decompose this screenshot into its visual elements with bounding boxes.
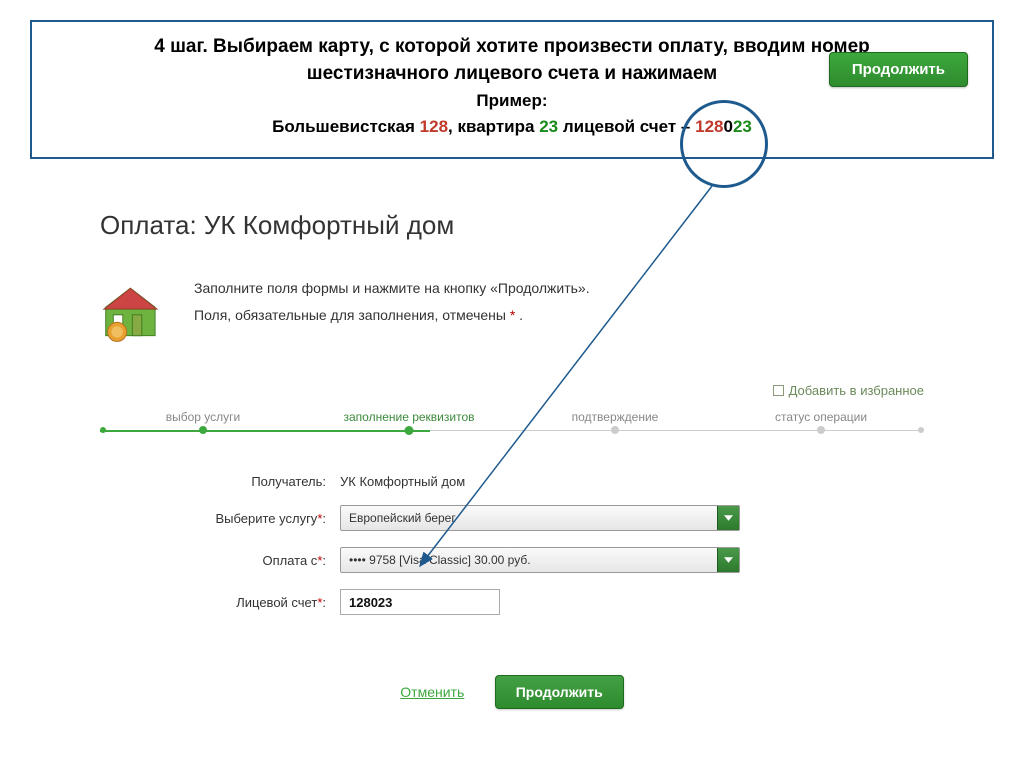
recipient-label: Получатель: bbox=[180, 474, 340, 489]
house-icon bbox=[100, 279, 176, 343]
callout-circle bbox=[680, 100, 768, 188]
step-4: статус операции bbox=[718, 410, 924, 424]
instruction-text: 4 шаг. Выбираем карту, с которой хотите … bbox=[154, 36, 870, 57]
form: Получатель: УК Комфортный дом Выберите у… bbox=[180, 474, 924, 615]
page-title: Оплата: УК Комфортный дом bbox=[100, 210, 924, 241]
account-input[interactable] bbox=[340, 589, 500, 615]
chevron-down-icon bbox=[717, 506, 739, 530]
step-1: выбор услуги bbox=[100, 410, 306, 424]
account-label: Лицевой счет*: bbox=[180, 595, 340, 610]
add-favorite[interactable]: Добавить в избранное bbox=[100, 383, 924, 398]
form-intro: Заполните поля формы и нажмите на кнопку… bbox=[100, 275, 924, 343]
service-label: Выберите услугу*: bbox=[180, 511, 340, 526]
instruction-box: 4 шаг. Выбираем карту, с которой хотите … bbox=[30, 20, 994, 159]
example-street: Большевистская bbox=[272, 117, 420, 136]
progress-fill bbox=[100, 430, 430, 432]
recipient-value: УК Комфортный дом bbox=[340, 474, 465, 489]
instruction-text: шестизначного лицевого счета и нажимаем bbox=[307, 63, 717, 84]
favorite-label: Добавить в избранное bbox=[789, 383, 924, 398]
example-apt-num: 23 bbox=[539, 117, 558, 136]
hint-line1: Заполните поля формы и нажмите на кнопку… bbox=[194, 275, 590, 302]
card-value: •••• 9758 [Visa Classic] 30.00 руб. bbox=[349, 553, 531, 567]
service-select[interactable]: Европейский берег bbox=[340, 505, 740, 531]
cancel-link[interactable]: Отменить bbox=[400, 684, 464, 700]
progress-bar: выбор услуги заполнение реквизитов подтв… bbox=[100, 410, 924, 440]
row-recipient: Получатель: УК Комфортный дом bbox=[180, 474, 924, 489]
row-service: Выберите услугу*: Европейский берег bbox=[180, 505, 924, 531]
step-3: подтверждение bbox=[512, 410, 718, 424]
example-house-num: 128 bbox=[420, 117, 448, 136]
progress-dot-start bbox=[100, 427, 106, 433]
form-actions: Отменить Продолжить bbox=[100, 675, 924, 709]
continue-button-top[interactable]: Продолжить bbox=[829, 52, 968, 87]
instruction-example-label: Пример: bbox=[52, 91, 972, 111]
progress-dot-end bbox=[918, 427, 924, 433]
step-2: заполнение реквизитов bbox=[306, 410, 512, 424]
card-label: Оплата с*: bbox=[180, 553, 340, 568]
chevron-down-icon bbox=[717, 548, 739, 572]
favorite-checkbox-icon bbox=[773, 385, 784, 396]
hint-line2: Поля, обязательные для заполнения, отмеч… bbox=[194, 302, 590, 329]
row-account: Лицевой счет*: bbox=[180, 589, 924, 615]
continue-button[interactable]: Продолжить bbox=[495, 675, 624, 709]
content-area: Оплата: УК Комфортный дом Заполните поля… bbox=[100, 210, 924, 709]
example-text: лицевой счет – bbox=[558, 117, 695, 136]
card-select[interactable]: •••• 9758 [Visa Classic] 30.00 руб. bbox=[340, 547, 740, 573]
service-value: Европейский берег bbox=[349, 511, 456, 525]
instruction-example: Большевистская 128, квартира 23 лицевой … bbox=[52, 117, 972, 137]
row-card: Оплата с*: •••• 9758 [Visa Classic] 30.0… bbox=[180, 547, 924, 573]
example-text: , квартира bbox=[448, 117, 539, 136]
form-intro-text: Заполните поля формы и нажмите на кнопку… bbox=[194, 275, 590, 328]
